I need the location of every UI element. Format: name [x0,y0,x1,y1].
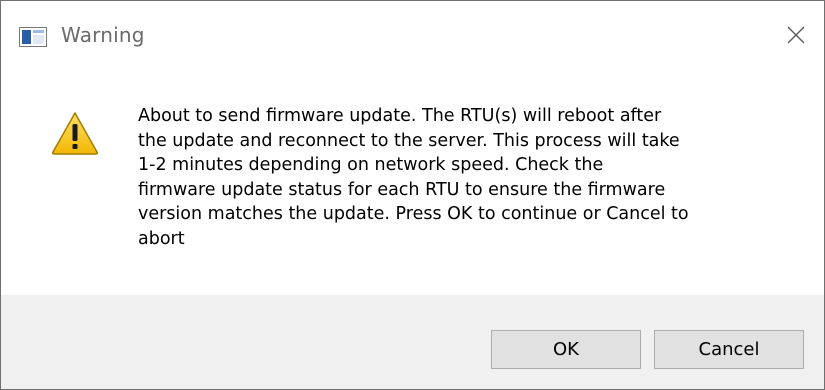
close-icon [787,26,805,44]
ok-button[interactable]: OK [491,330,641,369]
dialog-content: About to send firmware update. The RTU(s… [1,69,824,272]
warning-message: About to send firmware update. The RTU(s… [138,106,689,249]
cancel-button[interactable]: Cancel [654,330,804,369]
window-app-icon [19,27,47,47]
window-title: Warning [61,23,145,47]
warning-dialog: Warning About to send firmware update. T… [0,0,825,390]
warning-icon [51,111,99,155]
close-button[interactable] [776,15,816,55]
button-bar: OK Cancel [1,295,824,389]
title-bar[interactable]: Warning [1,1,824,69]
